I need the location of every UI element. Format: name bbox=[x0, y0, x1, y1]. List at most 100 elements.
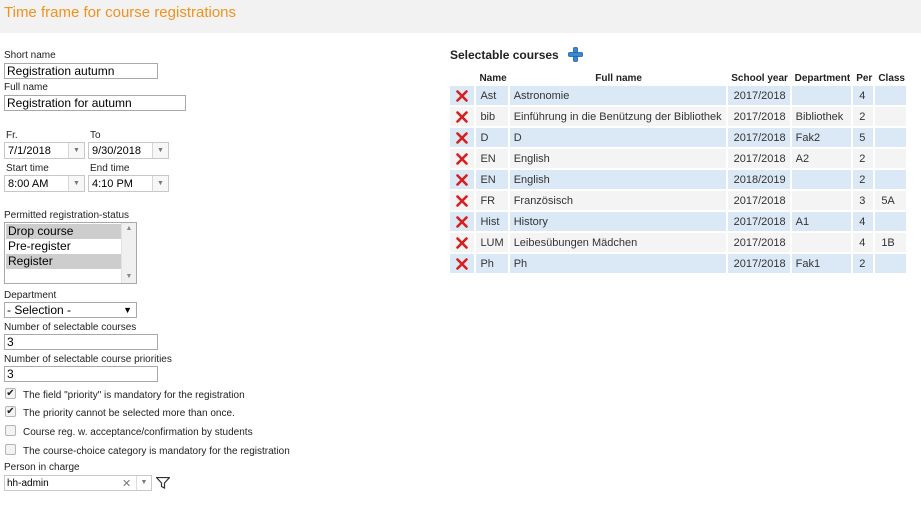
course-class bbox=[875, 86, 908, 107]
table-row[interactable]: Ph Ph 2017/2018 Fak1 2 bbox=[450, 254, 908, 275]
delete-cell[interactable] bbox=[450, 149, 477, 170]
course-class bbox=[875, 128, 908, 149]
course-class bbox=[875, 170, 908, 191]
column-class[interactable]: Class bbox=[875, 70, 908, 86]
department-label: Department bbox=[4, 290, 57, 301]
table-header-row: Name Full name School year Department Pe… bbox=[450, 70, 908, 86]
column-school-year[interactable]: School year bbox=[728, 70, 792, 86]
priority-mandatory-label: The field "priority" is mandatory for th… bbox=[23, 390, 245, 401]
chevron-down-icon[interactable]: ▼ bbox=[136, 476, 151, 490]
course-department bbox=[791, 191, 854, 212]
to-date-picker[interactable]: 9/30/2018 ▼ bbox=[88, 142, 169, 159]
priority-mandatory-checkbox[interactable]: ✔ bbox=[5, 388, 16, 399]
delete-x-icon[interactable] bbox=[456, 257, 469, 270]
course-school-year: 2017/2018 bbox=[727, 212, 792, 233]
from-date-picker[interactable]: 7/1/2018 ▼ bbox=[4, 142, 85, 159]
delete-cell[interactable] bbox=[450, 233, 477, 254]
num-priorities-input[interactable]: 3 bbox=[4, 366, 158, 382]
course-full-name: Französisch bbox=[509, 191, 728, 212]
course-per: 4 bbox=[853, 212, 876, 233]
table-row[interactable]: LUM Leibesübungen Mädchen 2017/2018 4 1B bbox=[450, 233, 908, 254]
num-priorities-label: Number of selectable course priorities bbox=[4, 354, 172, 365]
column-department[interactable]: Department bbox=[792, 70, 854, 86]
column-full-name[interactable]: Full name bbox=[510, 70, 728, 86]
delete-cell[interactable] bbox=[450, 191, 477, 212]
table-row[interactable]: Hist History 2017/2018 A1 4 bbox=[450, 212, 908, 233]
category-mandatory-checkbox[interactable] bbox=[5, 444, 16, 455]
course-school-year: 2017/2018 bbox=[727, 107, 792, 128]
delete-cell[interactable] bbox=[450, 254, 477, 275]
course-department bbox=[791, 233, 854, 254]
chevron-down-icon: ▼ bbox=[123, 305, 132, 315]
course-school-year: 2017/2018 bbox=[727, 128, 792, 149]
table-row[interactable]: EN English 2018/2019 2 bbox=[450, 170, 908, 191]
scroll-down-icon[interactable]: ▼ bbox=[122, 271, 136, 283]
delete-x-icon[interactable] bbox=[456, 152, 469, 165]
status-option-pre-register[interactable]: Pre-register bbox=[6, 239, 123, 254]
department-value: - Selection - bbox=[7, 303, 72, 317]
course-name: EN bbox=[476, 149, 510, 170]
start-time-picker[interactable]: 8:00 AM ▼ bbox=[4, 175, 85, 192]
permitted-status-listbox[interactable]: Drop course Pre-register Register ▲ ▼ bbox=[4, 222, 137, 284]
acceptance-checkbox[interactable] bbox=[5, 425, 16, 436]
delete-x-icon[interactable] bbox=[456, 194, 469, 207]
delete-x-icon[interactable] bbox=[456, 89, 469, 102]
from-date-value: 7/1/2018 bbox=[8, 145, 51, 157]
status-option-register[interactable]: Register bbox=[6, 254, 123, 269]
course-full-name: History bbox=[509, 212, 728, 233]
column-per[interactable]: Per bbox=[853, 70, 875, 86]
course-department: Bibliothek bbox=[791, 107, 854, 128]
course-name: LUM bbox=[476, 233, 510, 254]
course-school-year: 2017/2018 bbox=[727, 86, 792, 107]
clear-icon[interactable]: ✕ bbox=[122, 477, 131, 490]
scroll-up-icon[interactable]: ▲ bbox=[122, 223, 136, 235]
delete-x-icon[interactable] bbox=[456, 236, 469, 249]
num-courses-label: Number of selectable courses bbox=[4, 322, 137, 333]
department-select[interactable]: - Selection - ▼ bbox=[4, 302, 137, 318]
from-date-label: Fr. bbox=[6, 130, 18, 141]
delete-cell[interactable] bbox=[450, 128, 477, 149]
selectable-courses-table: Name Full name School year Department Pe… bbox=[450, 70, 908, 275]
course-per: 4 bbox=[853, 233, 876, 254]
course-class: 5A bbox=[875, 191, 908, 212]
course-full-name: Leibesübungen Mädchen bbox=[509, 233, 728, 254]
to-date-value: 9/30/2018 bbox=[92, 145, 141, 157]
table-row[interactable]: bib Einführung in die Benützung der Bibli… bbox=[450, 107, 908, 128]
short-name-input[interactable]: Registration autumn bbox=[4, 63, 158, 79]
course-name: Ast bbox=[476, 86, 510, 107]
delete-x-icon[interactable] bbox=[456, 110, 469, 123]
listbox-scrollbar[interactable]: ▲ ▼ bbox=[121, 223, 136, 283]
end-time-picker[interactable]: 4:10 PM ▼ bbox=[88, 175, 169, 192]
status-option-drop-course[interactable]: Drop course bbox=[6, 224, 123, 239]
chevron-down-icon[interactable]: ▼ bbox=[68, 143, 84, 158]
plus-icon[interactable] bbox=[568, 47, 583, 62]
course-class bbox=[875, 149, 908, 170]
course-name: bib bbox=[476, 107, 510, 128]
header-bar: Time frame for course registrations bbox=[0, 0, 921, 33]
delete-x-icon[interactable] bbox=[456, 215, 469, 228]
course-per: 3 bbox=[853, 191, 876, 212]
funnel-icon[interactable] bbox=[156, 477, 170, 489]
column-name[interactable]: Name bbox=[476, 70, 509, 86]
delete-cell[interactable] bbox=[450, 86, 477, 107]
delete-cell[interactable] bbox=[450, 212, 477, 233]
selectable-courses-title: Selectable courses bbox=[450, 48, 559, 62]
delete-cell[interactable] bbox=[450, 107, 477, 128]
num-courses-input[interactable]: 3 bbox=[4, 334, 158, 350]
person-in-charge-combo[interactable]: hh-admin ✕ ▼ bbox=[4, 475, 152, 491]
table-row[interactable]: D D 2017/2018 Fak2 5 bbox=[450, 128, 908, 149]
chevron-down-icon[interactable]: ▼ bbox=[152, 176, 168, 191]
delete-cell[interactable] bbox=[450, 170, 477, 191]
priority-unique-checkbox[interactable]: ✔ bbox=[5, 406, 16, 417]
table-row[interactable]: EN English 2017/2018 A2 2 bbox=[450, 149, 908, 170]
course-class bbox=[875, 107, 908, 128]
chevron-down-icon[interactable]: ▼ bbox=[68, 176, 84, 191]
chevron-down-icon[interactable]: ▼ bbox=[152, 143, 168, 158]
full-name-input[interactable]: Registration for autumn bbox=[4, 95, 186, 111]
delete-x-icon[interactable] bbox=[456, 131, 469, 144]
table-row[interactable]: Ast Astronomie 2017/2018 4 bbox=[450, 86, 908, 107]
course-department bbox=[791, 170, 854, 191]
course-school-year: 2017/2018 bbox=[727, 233, 792, 254]
table-row[interactable]: FR Französisch 2017/2018 3 5A bbox=[450, 191, 908, 212]
delete-x-icon[interactable] bbox=[456, 173, 469, 186]
